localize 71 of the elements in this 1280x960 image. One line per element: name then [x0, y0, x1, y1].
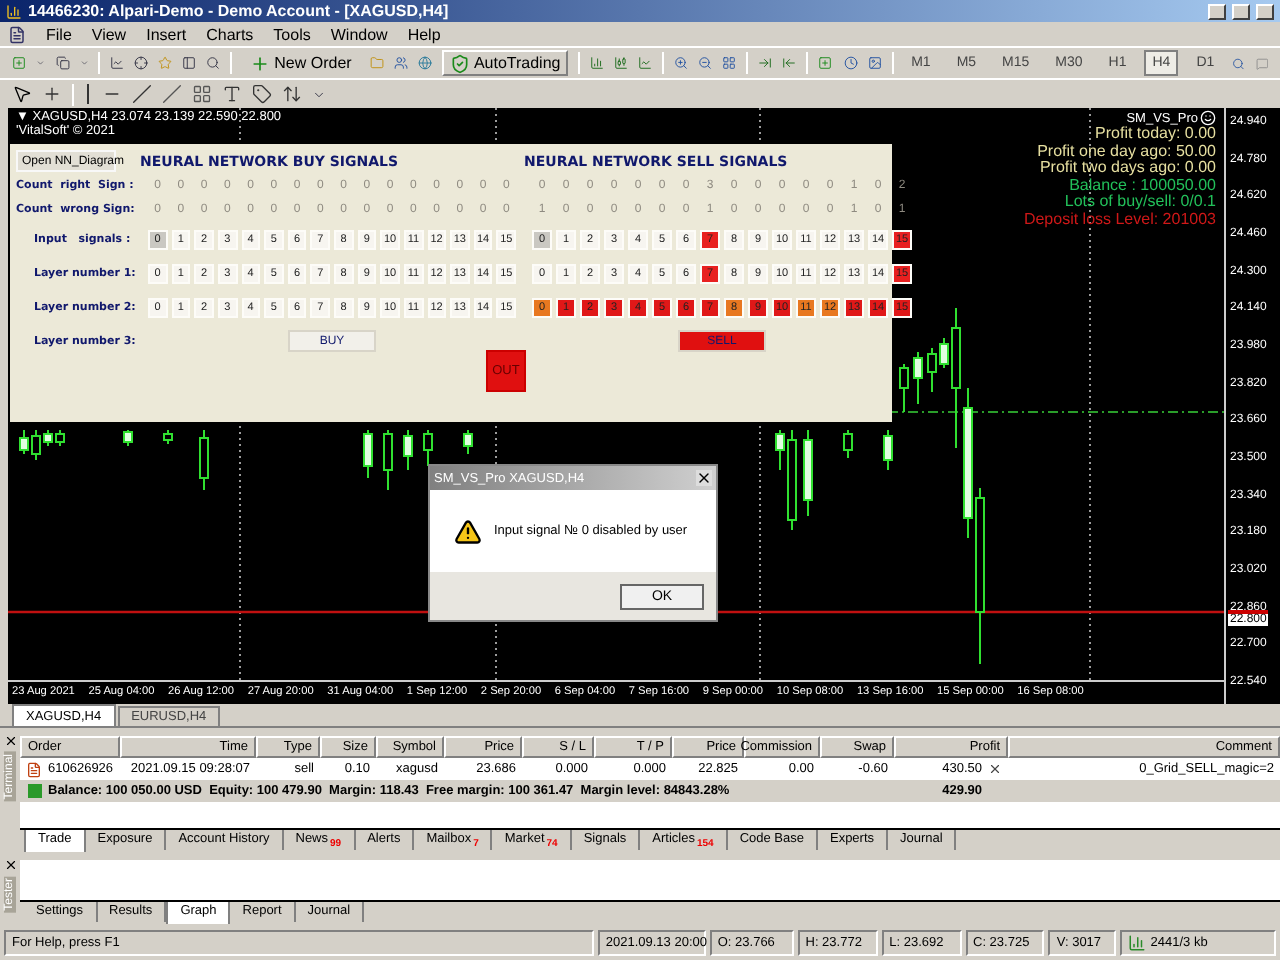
chart-icon[interactable]	[110, 52, 125, 74]
users-icon[interactable]	[393, 52, 408, 74]
document-icon[interactable]	[8, 25, 26, 43]
close-icon[interactable]	[3, 734, 17, 748]
candle	[163, 429, 173, 445]
candle	[383, 429, 393, 491]
close-icon[interactable]	[3, 858, 17, 872]
zoom-in-icon[interactable]	[674, 52, 689, 74]
crosshair-icon[interactable]	[134, 52, 149, 74]
maximize-button[interactable]	[1232, 3, 1250, 19]
shift-icon[interactable]	[782, 52, 797, 74]
candle	[883, 429, 893, 471]
candle	[843, 429, 853, 459]
text-icon[interactable]	[222, 84, 242, 104]
candle	[403, 429, 413, 471]
panel-icon[interactable]	[182, 52, 197, 74]
label-icon[interactable]	[252, 84, 272, 104]
app-icon	[6, 3, 22, 19]
candle	[199, 429, 209, 491]
windows-icon[interactable]	[55, 52, 70, 74]
arrows-icon[interactable]	[282, 84, 302, 104]
signal-bars-icon	[1128, 933, 1147, 951]
info-text: Profit today: 0.00	[1095, 126, 1216, 144]
clock-icon[interactable]	[843, 52, 858, 74]
shield-icon	[449, 53, 470, 73]
candlestick-icon[interactable]	[614, 52, 629, 74]
search-icon[interactable]	[1232, 53, 1246, 73]
candle	[899, 363, 909, 413]
summary-icon	[28, 784, 42, 798]
line-chart-icon[interactable]	[638, 52, 653, 74]
order-icon	[26, 761, 42, 777]
close-icon[interactable]	[696, 470, 712, 486]
info-text: Deposit loss Level: 201003	[1023, 211, 1216, 230]
magnifier-icon[interactable]	[206, 52, 221, 74]
menu-item[interactable]: Help	[407, 25, 441, 43]
menu-item[interactable]: Window	[330, 25, 388, 43]
minimize-button[interactable]	[1208, 3, 1226, 19]
menu-item[interactable]: Charts	[206, 25, 254, 43]
info-text: Balance : 100050.00	[1069, 177, 1216, 194]
zoom-out-icon[interactable]	[698, 52, 713, 74]
candle	[123, 429, 133, 447]
autotrading-button[interactable]: AutoTrading	[441, 50, 569, 76]
close-button[interactable]	[1256, 3, 1274, 19]
tile-icon[interactable]	[722, 52, 737, 74]
window-title: 14466230: Alpari-Demo - Demo Account - [XAGUSD,H4]	[28, 2, 451, 20]
candle	[463, 429, 473, 455]
menu-item[interactable]: View	[91, 25, 127, 43]
info-text: Profit two days ago: 0.00	[1039, 160, 1216, 178]
menu-item[interactable]: Tools	[273, 25, 311, 43]
close-icon[interactable]	[988, 762, 1002, 776]
candle	[423, 429, 433, 467]
bar-chart-icon[interactable]	[590, 52, 605, 74]
menu-item[interactable]: File	[46, 25, 72, 43]
candle	[913, 351, 923, 405]
candle	[363, 429, 373, 479]
info-text: Profit one day ago: 50.00	[1037, 143, 1216, 160]
globe-icon[interactable]	[417, 52, 432, 74]
crosshair-icon[interactable]	[42, 84, 62, 104]
trend-line-icon[interactable]	[132, 84, 152, 104]
menu-item[interactable]: Insert	[146, 25, 187, 43]
smiley-icon	[1200, 110, 1216, 126]
vertical-line-icon[interactable]	[84, 84, 92, 104]
caret-icon[interactable]	[312, 87, 326, 101]
star-icon[interactable]	[158, 52, 173, 74]
warning-icon	[454, 517, 482, 545]
plus-square-icon[interactable]	[12, 52, 27, 74]
cursor-icon[interactable]	[12, 84, 32, 104]
info-text: Lots of buy/sell: 0/0.1	[1064, 194, 1216, 212]
scroll-end-icon[interactable]	[758, 52, 773, 74]
candle	[803, 429, 813, 517]
plus-icon	[250, 53, 271, 73]
